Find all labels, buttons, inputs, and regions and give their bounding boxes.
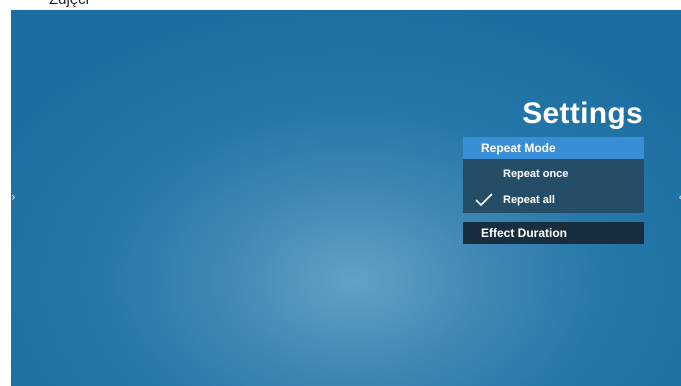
repeat-all-label: Repeat all — [503, 194, 555, 206]
repeat-once-label: Repeat once — [503, 168, 569, 180]
nav-left-arrow-icon[interactable]: › — [11, 190, 16, 204]
effect-duration-menu-item[interactable]: Effect Duration — [463, 222, 644, 244]
repeat-mode-menu-item[interactable]: Repeat Mode — [463, 137, 644, 159]
settings-title: Settings — [522, 97, 643, 130]
repeat-once-option[interactable]: Repeat once — [463, 161, 644, 187]
settings-menu: Repeat Mode Repeat once Repeat all Effec… — [463, 137, 644, 244]
repeat-all-option[interactable]: Repeat all — [463, 187, 644, 213]
page-caption: Zdjęci — [49, 0, 89, 9]
repeat-mode-submenu: Repeat once Repeat all — [463, 159, 644, 213]
tv-screen: › ‹ Settings Repeat Mode Repeat once Rep… — [11, 10, 681, 386]
checkmark-icon — [475, 193, 493, 206]
